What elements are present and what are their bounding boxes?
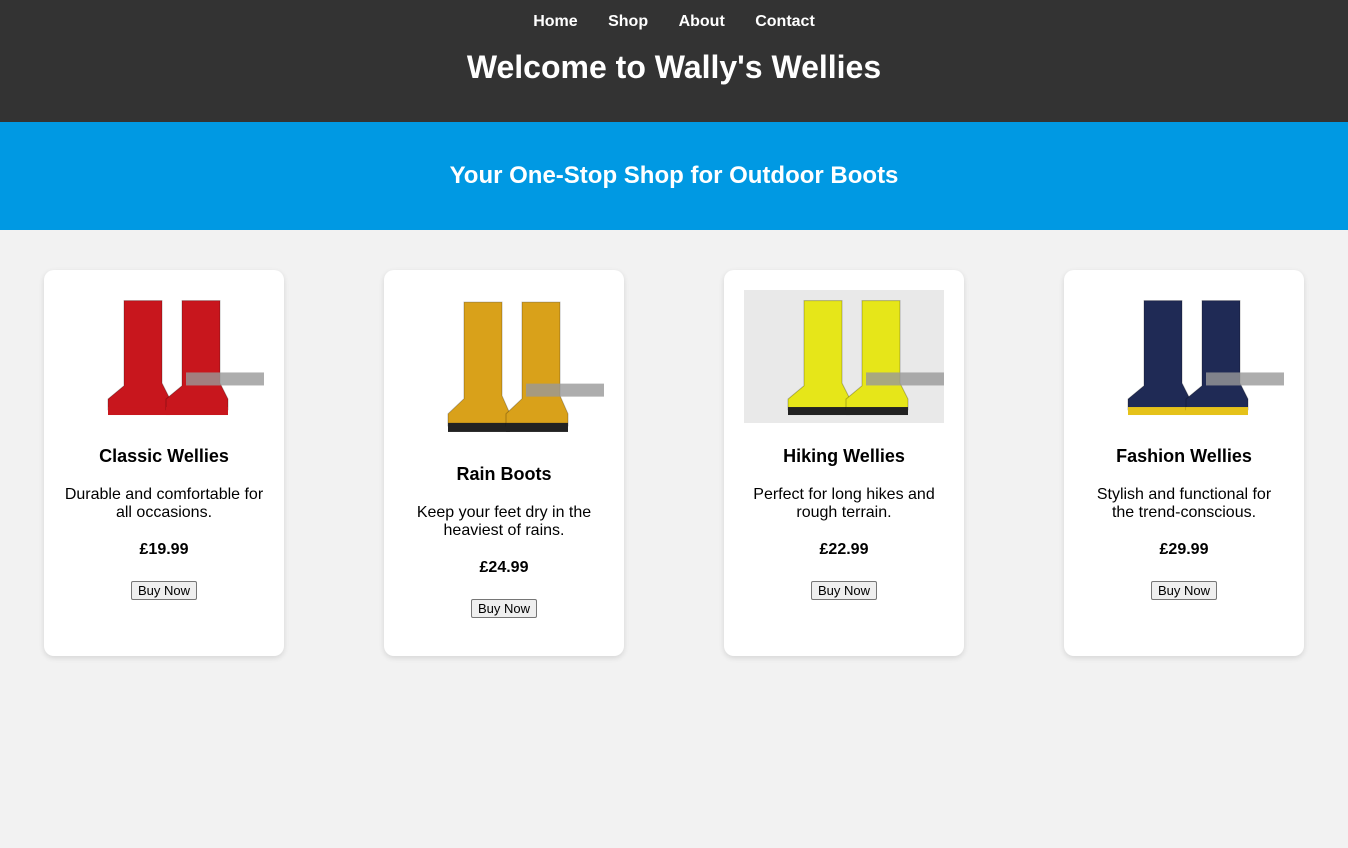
- product-list: Classic Wellies Durable and comfortable …: [0, 230, 1348, 656]
- buy-now-button[interactable]: Buy Now: [470, 599, 538, 618]
- product-price: £19.99: [139, 541, 189, 558]
- nav-contact[interactable]: Contact: [755, 13, 815, 30]
- buy-now-button[interactable]: Buy Now: [1150, 581, 1218, 600]
- main-nav: Home Shop About Contact: [0, 13, 1348, 31]
- buy-now-button[interactable]: Buy Now: [130, 581, 198, 600]
- product-description: Durable and comfortable for all occasion…: [64, 486, 264, 521]
- page-title: Welcome to Wally's Wellies: [466, 49, 882, 85]
- nav-about[interactable]: About: [679, 13, 725, 30]
- product-image: [404, 290, 604, 441]
- product-price: £22.99: [819, 541, 869, 558]
- tagline: Your One-Stop Shop for Outdoor Boots: [449, 162, 899, 189]
- hero-banner: Your One-Stop Shop for Outdoor Boots: [0, 122, 1348, 230]
- product-card: Fashion Wellies Stylish and functional f…: [1064, 270, 1304, 656]
- product-card: Rain Boots Keep your feet dry in the hea…: [384, 270, 624, 656]
- product-price: £29.99: [1159, 541, 1209, 558]
- product-description: Keep your feet dry in the heaviest of ra…: [416, 504, 592, 539]
- product-image: [1084, 290, 1284, 423]
- product-name: Hiking Wellies: [783, 446, 905, 466]
- product-image: [744, 290, 944, 423]
- nav-shop[interactable]: Shop: [608, 13, 648, 30]
- product-name: Fashion Wellies: [1116, 446, 1252, 466]
- product-description: Stylish and functional for the trend-con…: [1096, 486, 1272, 521]
- buy-now-button[interactable]: Buy Now: [810, 581, 878, 600]
- product-description: Perfect for long hikes and rough terrain…: [753, 486, 935, 521]
- product-card: Hiking Wellies Perfect for long hikes an…: [724, 270, 964, 656]
- product-image: [64, 290, 264, 423]
- site-header: Home Shop About Contact Welcome to Wally…: [0, 0, 1348, 122]
- product-card: Classic Wellies Durable and comfortable …: [44, 270, 284, 656]
- nav-home[interactable]: Home: [533, 13, 577, 30]
- product-price: £24.99: [479, 559, 529, 576]
- product-name: Classic Wellies: [99, 446, 229, 466]
- product-name: Rain Boots: [456, 464, 552, 484]
